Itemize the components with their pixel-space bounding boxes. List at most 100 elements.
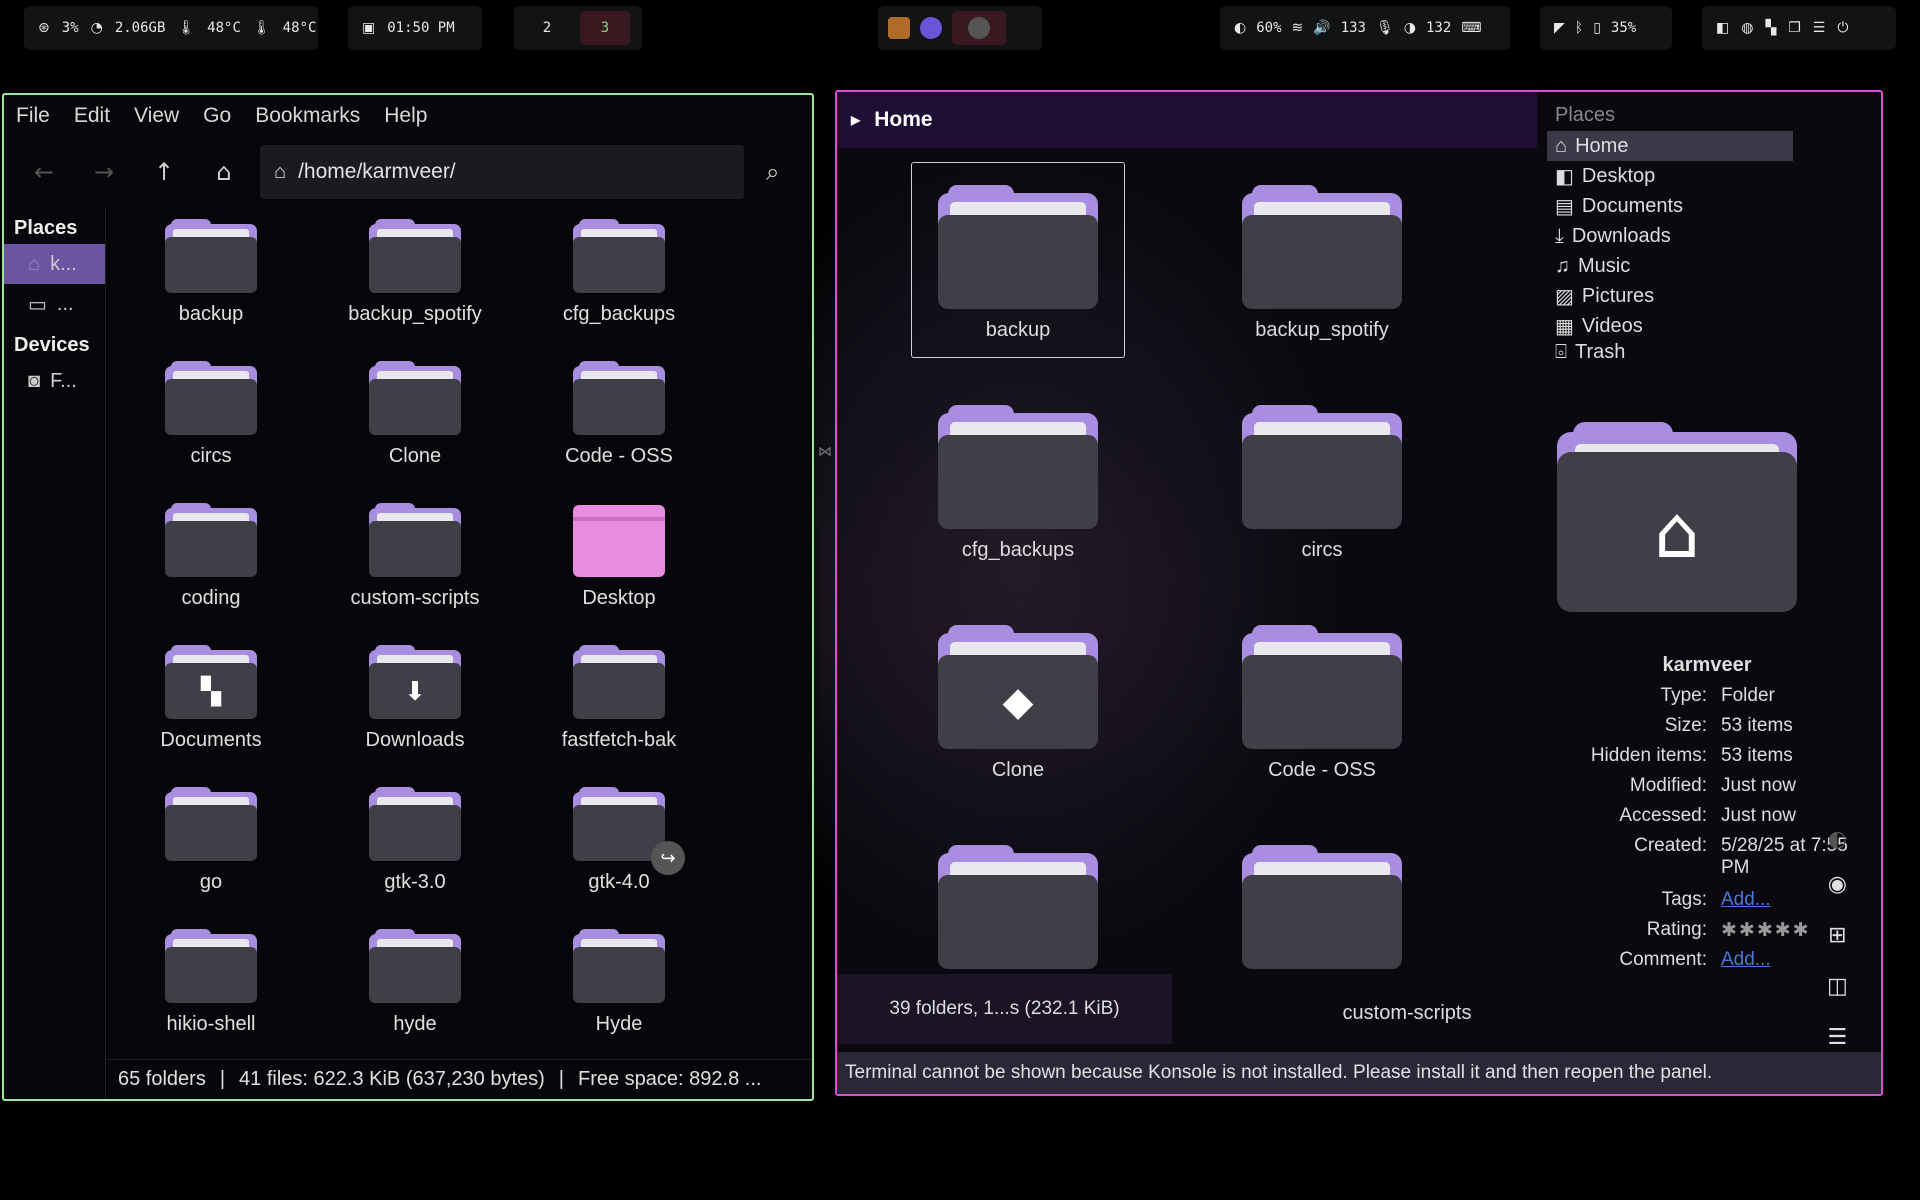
file-item[interactable]: ↪ gtk-4.0 [517, 781, 721, 921]
up-arrow-icon[interactable]: ↑ [134, 158, 194, 186]
file-label: cfg_backups [961, 539, 1075, 561]
app-icon[interactable] [920, 17, 942, 39]
folder-icon: ↪ [573, 787, 685, 875]
file-item[interactable] [1215, 822, 1429, 1018]
bluetooth-icon[interactable]: ᛒ [1575, 20, 1583, 36]
places-panel: Places ⌂ Home ◧ Desktop ▤ Documents ⤓ Downlo… [1547, 100, 1797, 359]
file-item[interactable]: go [109, 781, 313, 921]
forward-arrow-icon[interactable]: → [74, 158, 134, 186]
screenshot-icon[interactable]: ◧ [1716, 20, 1729, 36]
file-item[interactable]: custom-scripts [313, 497, 517, 637]
resize-handle-icon[interactable]: ⋈ [818, 444, 832, 460]
location-header[interactable]: ▶ Home [837, 92, 1537, 148]
menu-icon[interactable]: ☰ [1813, 20, 1826, 36]
file-item[interactable]: hikio-shell [109, 923, 313, 1063]
file-item[interactable]: Code - OSS [1215, 602, 1429, 798]
file-item[interactable]: ◆ Clone [911, 602, 1125, 798]
file-item[interactable]: fastfetch-bak [517, 639, 721, 779]
file-item[interactable]: Hyde [517, 923, 721, 1063]
place-music[interactable]: ♫ Music [1547, 251, 1797, 281]
keyboard-icon[interactable]: ⌨ [1461, 20, 1481, 36]
menu-file[interactable]: File [16, 104, 50, 128]
place-downloads[interactable]: ⤓ Downloads [1547, 221, 1797, 251]
file-item[interactable]: backup_spotify [1215, 162, 1429, 358]
calendar-icon: ▣ [362, 20, 376, 36]
wifi-icon[interactable]: ◤ [1554, 20, 1565, 36]
menu-bookmarks[interactable]: Bookmarks [255, 104, 360, 128]
place-home[interactable]: ⌂ Home [1547, 131, 1793, 161]
system-monitor[interactable]: ⊛ 3% ◔ 2.06GB 🌡 48°C 🌡 48°C [24, 6, 318, 50]
file-item[interactable]: coding [109, 497, 313, 637]
location-bar[interactable]: ⌂ /home/karmveer/ [260, 145, 744, 199]
sidebar-item-device[interactable]: ◙ F... [4, 361, 105, 401]
workspace-3[interactable]: 3 [580, 11, 630, 45]
menu-help[interactable]: Help [384, 104, 427, 128]
menu-go[interactable]: Go [203, 104, 231, 128]
folder-icon [1242, 405, 1402, 529]
file-item[interactable]: hyde [313, 923, 517, 1063]
bookmark-icon[interactable]: ◐ [1828, 827, 1847, 852]
file-item[interactable]: backup [911, 162, 1125, 358]
place-videos[interactable]: ▦ Videos [1547, 311, 1797, 341]
file-item[interactable]: Code - OSS [517, 355, 721, 495]
search-icon[interactable]: ⌕ [766, 158, 779, 186]
place-label: Trash [1575, 341, 1626, 359]
clock-widget[interactable]: ▣ 01:50 PM [348, 6, 482, 50]
status-tray[interactable]: ◤ ᛒ ▯ 35% [1540, 6, 1672, 50]
power-icon[interactable]: ⏻ [1837, 20, 1848, 36]
place-documents[interactable]: ▤ Documents [1547, 191, 1797, 221]
file-item[interactable]: ▚ Documents [109, 639, 313, 779]
new-folder-icon[interactable]: ⊞ [1828, 923, 1846, 948]
sidebar: Places ⌂ k... ▭... Devices ◙ F... [4, 207, 106, 1099]
menu-icon[interactable]: ☰ [1828, 1025, 1848, 1050]
file-item[interactable]: ⬇ Downloads [313, 639, 517, 779]
info-value: Folder [1721, 685, 1775, 706]
file-item[interactable]: backup [109, 213, 313, 353]
place-trash[interactable]: ⌻ Trash [1547, 341, 1797, 359]
file-label[interactable]: custom-scripts [1257, 1002, 1557, 1025]
split-view-icon[interactable]: ◫ [1827, 974, 1848, 999]
file-item[interactable]: Desktop [517, 497, 721, 637]
wifi-icon[interactable]: ≋ [1292, 20, 1304, 36]
taskbar-apps[interactable] [878, 6, 1042, 50]
file-item[interactable]: circs [1215, 382, 1429, 578]
workspace-switcher[interactable]: 2 3 [514, 6, 642, 50]
icon-grid: backup backup_spotify cfg_backups circs ◆ Clo… [907, 162, 1527, 1018]
menu-view[interactable]: View [134, 104, 179, 128]
file-item[interactable]: Clone [313, 355, 517, 495]
place-pictures[interactable]: ▨ Pictures [1547, 281, 1797, 311]
brightness-icon[interactable]: ◐ [1234, 20, 1246, 36]
menu-edit[interactable]: Edit [74, 104, 110, 128]
folder-icon [1242, 625, 1402, 749]
workspace-2[interactable]: 2 [522, 11, 572, 45]
folder-icon [573, 645, 665, 719]
status-bar: 65 folders | 41 files: 622.3 KiB (637,230… [108, 1059, 812, 1099]
document-icon: ▤ [1555, 195, 1574, 218]
expand-arrow-icon[interactable]: ▶ [851, 113, 860, 127]
clipboard-icon[interactable]: ❐ [1788, 20, 1801, 36]
palette-icon[interactable]: ◍ [1741, 20, 1753, 36]
sidebar-item-home[interactable]: ⌂ k... [4, 244, 105, 284]
tray-icons[interactable]: ◧ ◍ ▚ ❐ ☰ ⏻ [1702, 6, 1896, 50]
home-icon[interactable]: ⌂ [194, 158, 254, 186]
eye-icon[interactable]: ◉ [1828, 872, 1847, 897]
app-icon[interactable] [888, 17, 910, 39]
folder-icon [369, 361, 461, 435]
folder-icon [165, 361, 257, 435]
sidebar-item-filesystem[interactable]: ▭... [4, 284, 105, 324]
layout-icon[interactable]: ▚ [1765, 20, 1776, 36]
mic-icon[interactable]: 🎙 [1376, 20, 1394, 36]
place-desktop[interactable]: ◧ Desktop [1547, 161, 1797, 191]
file-item[interactable]: circs [109, 355, 313, 495]
file-item[interactable]: cfg_backups [911, 382, 1125, 578]
file-item[interactable]: cfg_backups [517, 213, 721, 353]
app-icon [968, 17, 990, 39]
file-item[interactable]: backup_spotify [313, 213, 517, 353]
back-arrow-icon[interactable]: ← [14, 158, 74, 186]
quick-controls[interactable]: ◐ 60% ≋ 🔊 133 🎙 ◑ 132 ⌨ [1220, 6, 1510, 50]
active-app[interactable] [952, 11, 1006, 45]
volume-icon[interactable]: 🔊 [1313, 20, 1330, 36]
file-item[interactable]: gtk-3.0 [313, 781, 517, 921]
home-icon: ⌂ [28, 252, 41, 275]
info-value: Just now [1721, 805, 1796, 826]
